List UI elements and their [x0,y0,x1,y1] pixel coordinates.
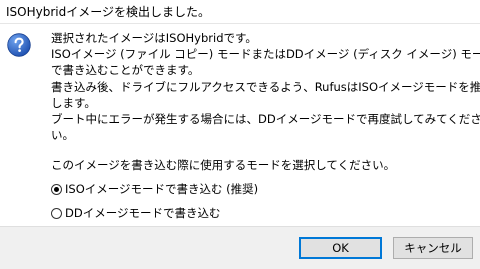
mode-prompt: このイメージを書き込む際に使用するモードを選択してください。 [51,158,396,172]
dd-mode-option[interactable]: DDイメージモードで書き込む [51,205,220,221]
iso-mode-radio[interactable] [51,183,62,195]
iso-mode-option[interactable]: ISOイメージモードで書き込む (推奨) [51,181,258,197]
message-line: 書き込み後、ドライブにフルアクセスできるよう、RufusはISOイメージモードを… [51,79,480,94]
cancel-button[interactable]: キャンセル [393,237,473,259]
ok-button[interactable]: OK [299,237,382,259]
window-title: ISOHybridイメージを検出しました。 [6,5,210,19]
dialog-message: 選択されたイメージはISOHybridです。 ISOイメージ (ファイル コピー… [51,30,480,143]
dialog-content: 選択されたイメージはISOHybridです。 ISOイメージ (ファイル コピー… [0,24,480,220]
message-line: で書き込むことができます。 [51,63,200,78]
message-line: 選択されたイメージはISOHybridです。 [51,31,257,45]
title-bar: ISOHybridイメージを検出しました。 [0,0,480,24]
message-line: ISOイメージ (ファイル コピー) モードまたはDDイメージ (ディスク イメ… [51,47,480,62]
message-line: い。 [51,128,74,143]
dd-mode-label[interactable]: DDイメージモードで書き込む [65,205,220,221]
dd-mode-radio[interactable] [51,207,62,219]
button-bar: OK キャンセル [0,226,480,269]
question-icon [7,33,31,57]
message-line: します。 [51,95,96,110]
iso-mode-label[interactable]: ISOイメージモードで書き込む (推奨) [65,181,258,197]
message-line: ブート中にエラーが発生する場合には、DDイメージモードで再度試してみてくださ [51,111,480,126]
